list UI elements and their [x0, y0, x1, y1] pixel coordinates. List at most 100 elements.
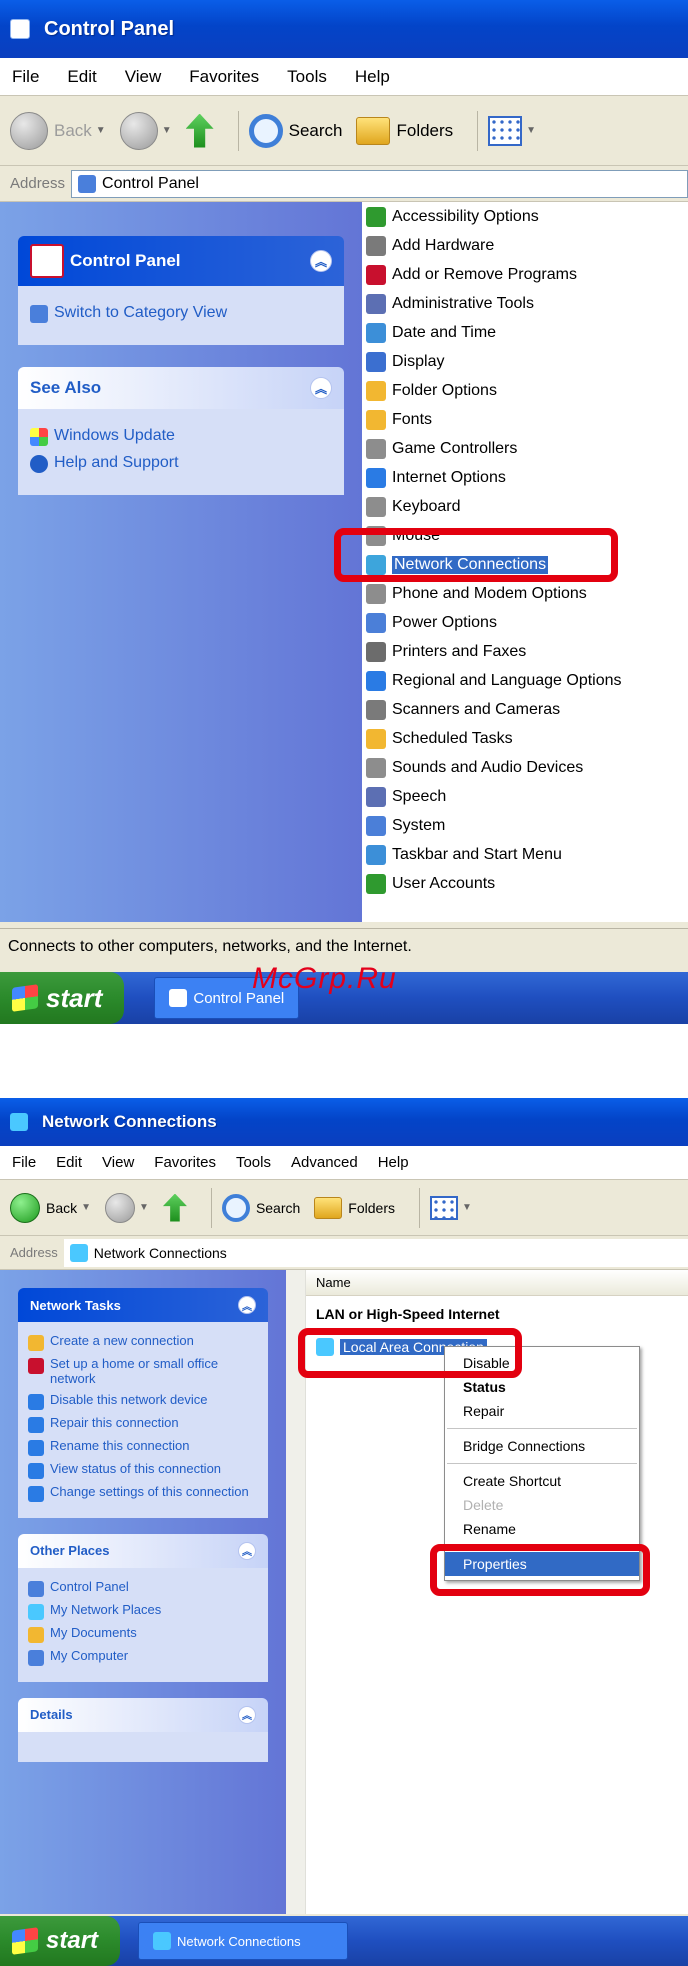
cp-item-user-accounts[interactable]: User Accounts — [362, 869, 688, 898]
menu-help[interactable]: Help — [355, 67, 390, 87]
cp-item-keyboard[interactable]: Keyboard — [362, 492, 688, 521]
toolbar-separator — [418, 1187, 420, 1228]
menu-file[interactable]: File — [12, 1154, 36, 1171]
network-connections-icon — [69, 1243, 88, 1262]
cp-item-scanners-and-cameras[interactable]: Scanners and Cameras — [362, 695, 688, 724]
other-places-body: Control Panel My Network Places My Documen… — [18, 1567, 268, 1682]
cp-item-game-controllers[interactable]: Game Controllers — [362, 434, 688, 463]
start-label: start — [46, 982, 103, 1013]
collapse-chevron-icon[interactable]: ︽ — [238, 1705, 256, 1724]
task-link-repair-this-connection[interactable]: Repair this connection — [28, 1414, 258, 1433]
task-link-create-a-new-connection[interactable]: Create a new connection — [28, 1333, 258, 1351]
task-link-disable-this-network-device[interactable]: Disable this network device — [28, 1392, 258, 1410]
windows-flag-icon — [12, 1927, 38, 1955]
task-link-control-panel[interactable]: Control Panel — [28, 1579, 258, 1597]
menu-tools[interactable]: Tools — [287, 67, 327, 87]
search-button[interactable]: Search — [248, 113, 342, 148]
taskbar: start Network Connections — [0, 1916, 688, 1966]
task-link-label: Change settings of this connection — [50, 1483, 249, 1499]
views-button[interactable]: ▼ — [429, 1195, 472, 1220]
search-button[interactable]: Search — [221, 1193, 300, 1222]
column-name[interactable]: Name — [306, 1275, 351, 1290]
control-panel-box-header[interactable]: Control Panel ︽ — [18, 236, 344, 286]
search-icon — [248, 113, 283, 148]
menu-item-status[interactable]: Status — [445, 1375, 639, 1399]
chevron-down-icon[interactable]: ▼ — [526, 125, 536, 136]
task-link-my-network-places[interactable]: My Network Places — [28, 1602, 258, 1620]
cp-item-system[interactable]: System — [362, 811, 688, 840]
cp-item-folder-options[interactable]: Folder Options — [362, 376, 688, 405]
cp-item-taskbar-and-start-menu[interactable]: Taskbar and Start Menu — [362, 840, 688, 869]
chevron-down-icon[interactable]: ▼ — [139, 1202, 149, 1213]
menu-favorites[interactable]: Favorites — [154, 1154, 216, 1171]
forward-button[interactable]: ▼ — [119, 111, 172, 150]
cp-item-fonts[interactable]: Fonts — [362, 405, 688, 434]
menu-view[interactable]: View — [125, 67, 162, 87]
task-link-view-status-of-this-connection[interactable]: View status of this connection — [28, 1461, 258, 1479]
collapse-chevron-icon[interactable]: ︽ — [238, 1296, 256, 1314]
start-button[interactable]: start — [0, 972, 125, 1024]
up-button[interactable] — [162, 1193, 187, 1222]
address-field[interactable]: Control Panel — [71, 169, 688, 198]
task-link-rename-this-connection[interactable]: Rename this connection — [28, 1438, 258, 1456]
cp-item-date-and-time[interactable]: Date and Time — [362, 318, 688, 347]
switch-to-category-view-link[interactable]: Switch to Category View — [30, 304, 332, 323]
cp-item-power-options[interactable]: Power Options — [362, 608, 688, 637]
cp-item-sounds-and-audio-devices[interactable]: Sounds and Audio Devices — [362, 753, 688, 782]
menu-help[interactable]: Help — [378, 1154, 409, 1171]
chevron-down-icon[interactable]: ▼ — [162, 125, 172, 136]
details-header[interactable]: Details ︽ — [18, 1697, 268, 1732]
regional-and-language-options-icon — [366, 670, 386, 691]
taskbar-item-network-connections[interactable]: Network Connections — [138, 1922, 349, 1960]
cp-item-speech[interactable]: Speech — [362, 782, 688, 811]
help-and-support-link[interactable]: Help and Support — [30, 454, 332, 473]
collapse-chevron-icon[interactable]: ︽ — [310, 377, 332, 399]
menu-tools[interactable]: Tools — [236, 1154, 271, 1171]
menu-item-repair[interactable]: Repair — [445, 1399, 639, 1423]
folders-button[interactable]: Folders — [356, 116, 453, 145]
task-link-label: Repair this connection — [50, 1414, 179, 1430]
cp-item-add-or-remove-programs[interactable]: Add or Remove Programs — [362, 260, 688, 289]
menu-edit[interactable]: Edit — [67, 67, 96, 87]
task-link-set-up-a-home-or-small-office-network[interactable]: Set up a home or small office network — [28, 1356, 258, 1387]
cp-item-scheduled-tasks[interactable]: Scheduled Tasks — [362, 724, 688, 753]
menu-item-create-shortcut[interactable]: Create Shortcut — [445, 1469, 639, 1493]
back-button[interactable]: Back ▼ — [10, 111, 106, 150]
cp-item-internet-options[interactable]: Internet Options — [362, 463, 688, 492]
address-field[interactable]: Network Connections — [63, 1238, 688, 1267]
other-places-header[interactable]: Other Places ︽ — [18, 1533, 268, 1568]
menu-item-rename[interactable]: Rename — [445, 1517, 639, 1541]
task-link-change-settings-of-this-connection[interactable]: Change settings of this connection — [28, 1483, 258, 1502]
task-link-my-computer[interactable]: My Computer — [28, 1648, 258, 1666]
cp-item-label: Accessibility Options — [392, 207, 539, 225]
menu-advanced[interactable]: Advanced — [291, 1154, 358, 1171]
cp-item-display[interactable]: Display — [362, 347, 688, 376]
task-link-my-documents[interactable]: My Documents — [28, 1625, 258, 1643]
start-button[interactable]: start — [0, 1916, 121, 1966]
network-tasks-header[interactable]: Network Tasks ︽ — [18, 1288, 268, 1322]
status-bar: Connects to other computers, networks, a… — [0, 928, 688, 964]
windows-update-link[interactable]: Windows Update — [30, 427, 332, 446]
cp-item-phone-and-modem-options[interactable]: Phone and Modem Options — [362, 579, 688, 608]
cp-item-administrative-tools[interactable]: Administrative Tools — [362, 289, 688, 318]
up-button[interactable] — [185, 113, 214, 148]
see-also-header[interactable]: See Also ︽ — [18, 367, 344, 409]
folders-button[interactable]: Folders — [314, 1196, 395, 1219]
chevron-down-icon[interactable]: ▼ — [81, 1202, 91, 1213]
chevron-down-icon[interactable]: ▼ — [462, 1202, 472, 1213]
views-button[interactable]: ▼ — [488, 115, 536, 146]
menu-item-bridge-connections[interactable]: Bridge Connections — [445, 1434, 639, 1458]
cp-item-add-hardware[interactable]: Add Hardware — [362, 231, 688, 260]
menu-edit[interactable]: Edit — [56, 1154, 82, 1171]
cp-item-accessibility-options[interactable]: Accessibility Options — [362, 202, 688, 231]
collapse-chevron-icon[interactable]: ︽ — [310, 250, 332, 272]
back-button[interactable]: Back ▼ — [10, 1192, 91, 1223]
menu-view[interactable]: View — [102, 1154, 134, 1171]
chevron-down-icon[interactable]: ▼ — [96, 125, 106, 136]
cp-item-printers-and-faxes[interactable]: Printers and Faxes — [362, 637, 688, 666]
cp-item-regional-and-language-options[interactable]: Regional and Language Options — [362, 666, 688, 695]
menu-file[interactable]: File — [12, 67, 39, 87]
collapse-chevron-icon[interactable]: ︽ — [238, 1541, 256, 1560]
menu-favorites[interactable]: Favorites — [189, 67, 259, 87]
forward-button[interactable]: ▼ — [105, 1192, 149, 1223]
